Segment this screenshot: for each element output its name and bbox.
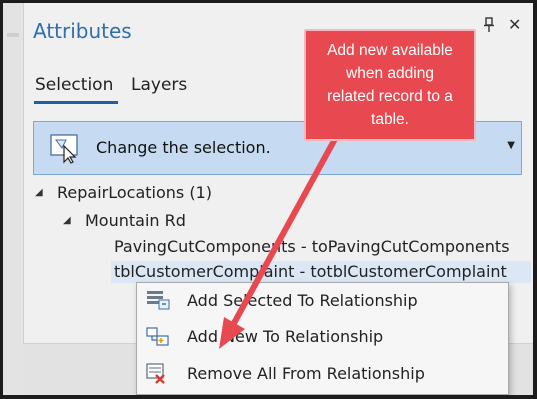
callout-line: table.	[371, 111, 409, 128]
callout-line: when adding	[346, 65, 434, 82]
callout-line: Add new available	[327, 42, 453, 59]
attributes-pane: Attributes ✕ Selection Layers Change the…	[3, 3, 533, 395]
annotation-callout: Add new available when adding related re…	[304, 29, 476, 141]
callout-line: related record to a	[327, 88, 453, 105]
